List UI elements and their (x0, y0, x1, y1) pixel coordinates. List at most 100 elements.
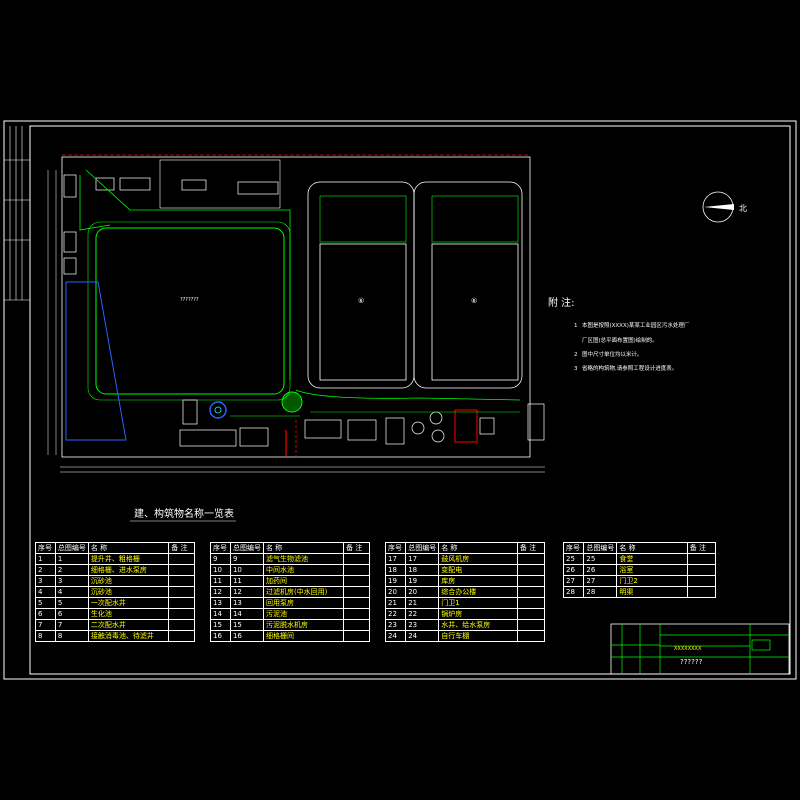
table-header-cell: 序号 (210, 542, 231, 554)
table-cell: 7 (54, 619, 89, 631)
table-cell (686, 575, 717, 587)
table-cell: 变配电 (438, 564, 518, 576)
table-cell: 2 (35, 564, 56, 576)
table-header-cell: 序号 (384, 542, 407, 554)
table-cell: 24 (384, 630, 407, 642)
table-cell: 4 (35, 586, 56, 598)
table-cell: 库房 (438, 575, 518, 587)
table-cell: 13 (229, 597, 264, 609)
building-table-4: 序号 总图编号名 称备 注 25 25 食堂 26 26 浴室 27 27 门卫2 28 28 明渠 (562, 542, 717, 598)
table-cell: 中间水池 (262, 564, 345, 576)
table-cell (343, 630, 370, 642)
title-block-project: XXXXXXXX (674, 646, 702, 652)
table-cell: 9 (229, 553, 264, 565)
table-cell: 15 (229, 619, 264, 631)
table-cell: 锅炉房 (438, 608, 518, 620)
table-cell: 细格栅间 (262, 630, 345, 642)
table-cell: 20 (384, 586, 407, 598)
table-cell: 25 (562, 553, 585, 565)
note-1-num: 1 (574, 323, 578, 329)
table-header-cell: 名 称 (616, 542, 688, 554)
table-cell (516, 586, 546, 598)
binding-strip (4, 126, 30, 301)
table-cell: 10 (210, 564, 231, 576)
table-cell: 食堂 (616, 553, 688, 565)
table-row: 15 15 污泥脱水机房 (210, 619, 370, 631)
table-cell: 23 (384, 619, 407, 631)
table-cell: 接触消毒池、待滤井 (87, 630, 170, 642)
table-cell: 3 (54, 575, 89, 587)
table-cell (516, 608, 546, 620)
table-row: 22 22 锅炉房 (384, 608, 546, 620)
table-cell: 28 (583, 586, 618, 598)
table-row: 4 4 沉砂池 (35, 586, 195, 598)
table-cell: 自行车棚 (438, 630, 518, 642)
table-cell (686, 553, 717, 565)
tank-left-outer (307, 181, 415, 389)
table-row: 23 23 水井、给水泵房 (384, 619, 546, 631)
table-row: 26 26 浴室 (562, 564, 717, 576)
table-cell: 17 (384, 553, 407, 565)
table-cell: 18 (405, 564, 440, 576)
pond-area (95, 227, 285, 395)
note-1-cont: 厂区图(总平面布置图)绘制的。 (582, 336, 658, 344)
table-header-cell: 总图编号 (229, 542, 264, 554)
north-arrow-icon (702, 191, 734, 223)
table-row: 12 12 过滤机房(中水回用) (210, 586, 370, 598)
table-cell: 11 (210, 575, 231, 587)
table-cell (168, 608, 195, 620)
table-cell: 14 (229, 608, 264, 620)
tank-right-outer (413, 181, 523, 389)
table-row: 10 10 中间水池 (210, 564, 370, 576)
table-row: 6 6 生化池 (35, 608, 195, 620)
table-cell (516, 575, 546, 587)
table-cell: 加药间 (262, 575, 345, 587)
table-row: 21 21 门卫1 (384, 597, 546, 609)
table-cell: 滤气生物滤池 (262, 553, 345, 565)
table-row: 27 27 门卫2 (562, 575, 717, 587)
table-header-row: 序号 总图编号名 称备 注 (384, 542, 546, 554)
table-cell (686, 564, 717, 576)
table-cell: 6 (54, 608, 89, 620)
table-cell (343, 553, 370, 565)
table-cell: 3 (35, 575, 56, 587)
table-cell: 细格栅、进水泵房 (87, 564, 170, 576)
table-cell (343, 608, 370, 620)
building-table-2: 序号 总图编号名 称备 注 9 9 滤气生物滤池 10 10 中间水池 11 11 加药间 12 12 过… (210, 542, 370, 642)
table-header-cell: 序号 (562, 542, 585, 554)
table-cell: 15 (210, 619, 231, 631)
table-cell: 23 (405, 619, 440, 631)
table-cell: 8 (35, 630, 56, 642)
table-cell (168, 619, 195, 631)
table-cell: 门卫1 (438, 597, 518, 609)
table-row: 18 18 变配电 (384, 564, 546, 576)
table-header-row: 序号 总图编号名 称备 注 (210, 542, 370, 554)
table-cell (686, 586, 717, 598)
table-cell: 鼓风机房 (438, 553, 518, 565)
table-row: 1 1 提升井、粗格栅 (35, 553, 195, 565)
note-1-text: 本图是按照(XXXX)某某工业园区污水处理厂 (582, 321, 690, 329)
table-header-row: 序号 总图编号名 称备 注 (35, 542, 195, 554)
table-cell: 26 (583, 564, 618, 576)
table-cell (516, 597, 546, 609)
table-header-cell: 名 称 (87, 542, 170, 554)
table-header-cell: 总图编号 (583, 542, 618, 554)
table-row: 8 8 接触消毒池、待滤井 (35, 630, 195, 642)
table-cell: 7 (35, 619, 56, 631)
table-cell: 5 (54, 597, 89, 609)
table-cell: 13 (210, 597, 231, 609)
table-cell: 6 (35, 608, 56, 620)
table-cell: 水井、给水泵房 (438, 619, 518, 631)
table-cell: 22 (405, 608, 440, 620)
table-cell (168, 630, 195, 642)
table-cell: 12 (229, 586, 264, 598)
table-cell (168, 575, 195, 587)
table-row: 5 5 一次配水井 (35, 597, 195, 609)
table-header-cell: 备 注 (168, 542, 195, 554)
table-cell: 26 (562, 564, 585, 576)
site-plan: ??????? ⑥ ⑥ (47, 154, 545, 473)
table-cell: 生化池 (87, 608, 170, 620)
table-row: 9 9 滤气生物滤池 (210, 553, 370, 565)
table-cell: 19 (405, 575, 440, 587)
table-cell: 5 (35, 597, 56, 609)
